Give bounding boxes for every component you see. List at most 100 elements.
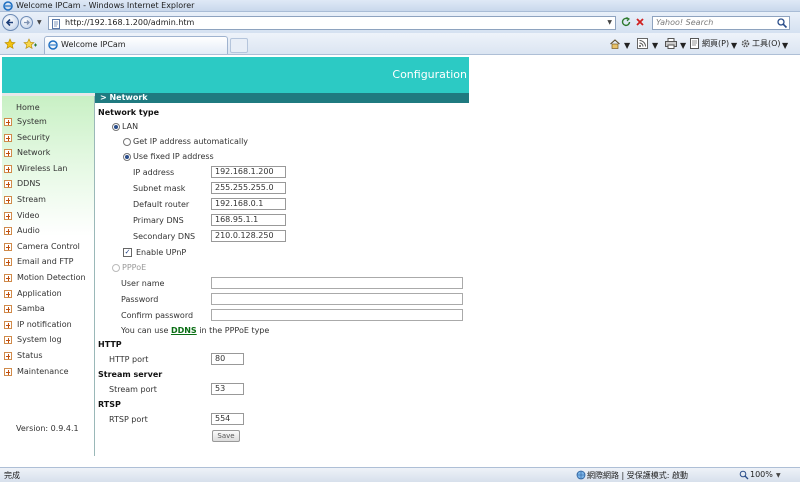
search-button[interactable] (776, 17, 788, 29)
expand-plus-icon[interactable] (4, 258, 12, 267)
refresh-button[interactable] (620, 16, 632, 29)
save-button[interactable]: Save (212, 430, 240, 442)
print-icon[interactable] (665, 38, 677, 50)
search-icon (777, 18, 788, 29)
address-dropdown-icon[interactable]: ▼ (607, 19, 612, 26)
expand-plus-icon[interactable] (4, 242, 12, 251)
ip-address-field[interactable]: 192.168.1.200 (211, 166, 286, 178)
sidebar-item-samba[interactable]: Samba (4, 304, 94, 316)
username-field[interactable] (211, 277, 463, 289)
tab-welcome-ipcam[interactable]: Welcome IPCam (44, 36, 228, 54)
firmware-version: Version: 0.9.4.1 (16, 424, 79, 433)
page-menu[interactable]: 網頁(P) (702, 38, 729, 50)
stop-icon (636, 18, 644, 26)
sidebar-item-label: Samba (17, 304, 45, 314)
pppoe-radio[interactable] (112, 264, 120, 272)
password-field[interactable] (211, 293, 463, 305)
expand-plus-icon[interactable] (4, 164, 12, 173)
sidebar-item-application[interactable]: Application (4, 289, 94, 301)
sidebar-item-label: Wireless Lan (17, 163, 68, 173)
tools-menu[interactable]: 工具(O) (752, 38, 781, 50)
auto-ip-radio[interactable] (123, 138, 131, 146)
primary-dns-field[interactable]: 168.95.1.1 (211, 214, 286, 226)
zoom-level[interactable]: 100% (750, 470, 773, 479)
sidebar-item-label: Application (17, 288, 62, 298)
expand-plus-icon[interactable] (4, 118, 12, 126)
subnet-mask-field[interactable]: 255.255.255.0 (211, 182, 286, 194)
sidebar-item-email-and-ftp[interactable]: Email and FTP (4, 257, 94, 269)
sidebar-item-stream[interactable]: Stream (4, 195, 94, 207)
username-label: User name (121, 279, 165, 288)
secondary-dns-field[interactable]: 210.0.128.250 (211, 230, 286, 242)
expand-plus-icon[interactable] (4, 133, 12, 142)
sidebar-item-camera-control[interactable]: Camera Control (4, 242, 94, 254)
sidebar-item-security[interactable]: Security (4, 133, 94, 145)
http-port-field[interactable]: 80 (211, 353, 244, 365)
upnp-checkbox[interactable]: ✓ (123, 248, 132, 257)
sidebar-item-system[interactable]: System (4, 117, 94, 129)
lan-radio[interactable] (112, 123, 120, 131)
default-router-field[interactable]: 192.168.0.1 (211, 198, 286, 210)
page-menu-icon[interactable] (690, 38, 700, 50)
stream-port-field[interactable]: 53 (211, 383, 244, 395)
address-field[interactable]: http://192.168.1.200/admin.htm ▼ (48, 16, 616, 30)
expand-plus-icon[interactable] (4, 289, 12, 298)
expand-plus-icon[interactable] (4, 196, 12, 204)
expand-plus-icon[interactable] (4, 274, 12, 282)
internet-zone-icon (576, 470, 586, 480)
ddns-link[interactable]: DDNS (171, 326, 197, 335)
history-dropdown-icon[interactable]: ▼ (37, 19, 42, 26)
stop-button[interactable] (634, 16, 646, 29)
http-port-label: HTTP port (109, 355, 149, 364)
expand-plus-icon[interactable] (4, 211, 12, 220)
sidebar-item-label: Stream (17, 195, 46, 204)
search-placeholder: Yahoo! Search (656, 18, 714, 27)
sidebar-item-home[interactable]: Home (16, 103, 40, 112)
forward-button[interactable] (20, 16, 33, 29)
window-titlebar: Welcome IPCam - Windows Internet Explore… (0, 0, 800, 12)
sidebar-item-ip-notification[interactable]: IP notification (4, 320, 94, 332)
tools-dropdown-icon[interactable]: ▼ (782, 41, 788, 53)
favorites-star-icon[interactable] (4, 38, 16, 50)
rtsp-port-field[interactable]: 554 (211, 413, 244, 425)
sidebar-item-system-log[interactable]: System log (4, 335, 94, 347)
expand-plus-icon[interactable] (4, 367, 12, 376)
sidebar-item-network[interactable]: Network (4, 148, 94, 160)
expand-plus-icon[interactable] (4, 305, 12, 314)
sidebar-item-video[interactable]: Video (4, 211, 94, 223)
feeds-icon[interactable] (637, 38, 648, 50)
sidebar-item-ddns[interactable]: DDNS (4, 179, 94, 191)
zoom-icon[interactable] (739, 470, 749, 480)
rtsp-heading: RTSP (98, 400, 121, 409)
sidebar-item-status[interactable]: Status (4, 351, 94, 363)
fixed-ip-radio[interactable] (123, 153, 131, 161)
zoom-dropdown-icon[interactable]: ▼ (776, 472, 781, 479)
feeds-dropdown-icon[interactable]: ▼ (652, 41, 658, 53)
print-dropdown-icon[interactable]: ▼ (680, 41, 686, 53)
sidebar-item-label: Motion Detection (17, 273, 86, 282)
sidebar-item-label: Audio (17, 226, 40, 236)
sidebar-item-audio[interactable]: Audio (4, 226, 94, 238)
tools-gear-icon[interactable] (740, 38, 751, 50)
search-input[interactable]: Yahoo! Search (652, 16, 790, 30)
default-router-label: Default router (133, 200, 190, 209)
expand-plus-icon[interactable] (4, 352, 12, 360)
expand-plus-icon[interactable] (4, 336, 12, 345)
confirm-password-field[interactable] (211, 309, 463, 321)
page-menu-dropdown-icon[interactable]: ▼ (731, 41, 737, 53)
expand-plus-icon[interactable] (4, 320, 12, 329)
home-dropdown-icon[interactable]: ▼ (624, 41, 630, 53)
home-icon[interactable] (609, 38, 621, 50)
sidebar-item-wireless-lan[interactable]: Wireless Lan (4, 164, 94, 176)
address-toolbar: ▼ http://192.168.1.200/admin.htm ▼ Yahoo… (0, 12, 800, 33)
expand-plus-icon[interactable] (4, 149, 12, 158)
expand-plus-icon[interactable] (4, 180, 12, 189)
sidebar-item-motion-detection[interactable]: Motion Detection (4, 273, 94, 285)
add-favorite-icon[interactable] (23, 38, 37, 50)
window-title: Welcome IPCam - Windows Internet Explore… (16, 1, 195, 10)
expand-plus-icon[interactable] (4, 227, 12, 236)
back-button[interactable] (2, 14, 19, 31)
sidebar-item-label: Maintenance (17, 366, 69, 376)
sidebar-item-maintenance[interactable]: Maintenance (4, 367, 94, 379)
new-tab-button[interactable] (230, 38, 248, 53)
